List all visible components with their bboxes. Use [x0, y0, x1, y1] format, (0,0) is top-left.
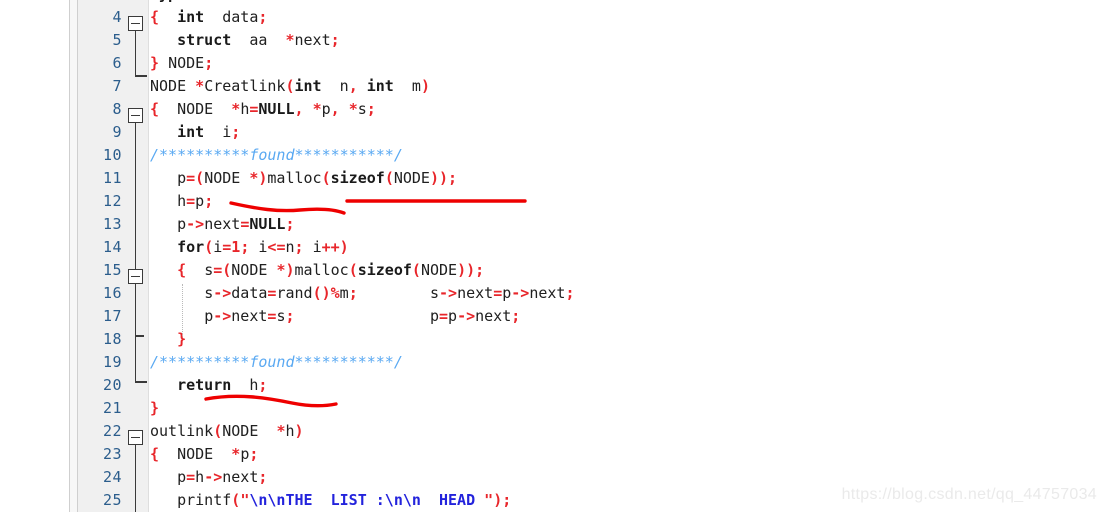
code-line-5[interactable]: 5 struct aa *next;	[78, 29, 1107, 52]
code-line-13[interactable]: 13 p->next=NULL;	[78, 213, 1107, 236]
line-number: 9	[112, 123, 122, 141]
csdn-watermark: https://blog.csdn.net/qq_44757034	[841, 486, 1097, 503]
line-number: 15	[102, 261, 122, 279]
line-number: 7	[112, 77, 122, 95]
code-line-8[interactable]: 8 { NODE *h=NULL, *p, *s;	[78, 98, 1107, 121]
code-line-19[interactable]: 19 /**********found***********/	[78, 351, 1107, 374]
line-content[interactable]: { NODE *h=NULL, *p, *s;	[150, 98, 376, 121]
line-number: 13	[102, 215, 122, 233]
fold-end-line-6	[134, 75, 147, 77]
code-editor-screenshot: 3typedef struct aa4{ int data;5 struct a…	[0, 0, 1107, 512]
line-content[interactable]: int i;	[150, 121, 240, 144]
editor-pane[interactable]: 3typedef struct aa4{ int data;5 struct a…	[78, 0, 1107, 512]
line-number: 21	[102, 399, 122, 417]
code-line-22[interactable]: 22 outlink(NODE *h)	[78, 420, 1107, 443]
line-content[interactable]: p=(NODE *)malloc(sizeof(NODE));	[150, 167, 457, 190]
line-number: 17	[102, 307, 122, 325]
code-line-4[interactable]: 4 { int data;	[78, 6, 1107, 29]
fold-marker-line-15[interactable]	[128, 269, 143, 284]
line-number: 18	[102, 330, 122, 348]
margin-rule-left	[69, 0, 70, 512]
code-line-9[interactable]: 9 int i;	[78, 121, 1107, 144]
fold-line-23-open	[134, 445, 137, 512]
code-line-21[interactable]: 21}	[78, 397, 1107, 420]
line-number: 8	[112, 100, 122, 118]
line-content[interactable]: }	[150, 328, 186, 351]
left-margin	[0, 0, 68, 512]
line-content[interactable]: { NODE *p;	[150, 443, 258, 466]
code-line-16[interactable]: 16 s->data=rand()%m; s->next=p->next;	[78, 282, 1107, 305]
line-content[interactable]: return h;	[150, 374, 267, 397]
line-number: 10	[102, 146, 122, 164]
line-content[interactable]: { int data;	[150, 6, 267, 29]
fold-line-15-18	[134, 284, 137, 336]
line-number: 14	[102, 238, 122, 256]
line-number: 19	[102, 353, 122, 371]
fold-marker-line-4[interactable]	[128, 16, 143, 31]
line-content[interactable]: printf("\n\nTHE LIST :\n\n HEAD ");	[150, 489, 511, 512]
line-number: 25	[102, 491, 122, 509]
line-content[interactable]: } NODE;	[150, 52, 213, 75]
code-line-18[interactable]: 18 }	[78, 328, 1107, 351]
line-content[interactable]: outlink(NODE *h)	[150, 420, 304, 443]
line-content[interactable]: p->next=NULL;	[150, 213, 294, 236]
line-content[interactable]: for(i=1; i<=n; i++)	[150, 236, 349, 259]
line-content[interactable]: /**********found***********/	[150, 144, 403, 167]
code-line-11[interactable]: 11 p=(NODE *)malloc(sizeof(NODE));	[78, 167, 1107, 190]
indent-guide	[182, 284, 183, 336]
line-content[interactable]: NODE *Creatlink(int n, int m)	[150, 75, 430, 98]
line-content[interactable]: s->data=rand()%m; s->next=p->next;	[150, 282, 574, 305]
code-line-7[interactable]: 7 NODE *Creatlink(int n, int m)	[78, 75, 1107, 98]
margin-strip	[70, 0, 77, 512]
line-number: 11	[102, 169, 122, 187]
line-number: 23	[102, 445, 122, 463]
code-line-14[interactable]: 14 for(i=1; i<=n; i++)	[78, 236, 1107, 259]
fold-marker-line-23[interactable]	[128, 430, 143, 445]
fold-line-8-21	[134, 123, 137, 383]
line-content[interactable]: p=h->next;	[150, 466, 267, 489]
code-line-15[interactable]: 15 { s=(NODE *)malloc(sizeof(NODE));	[78, 259, 1107, 282]
code-line-12[interactable]: 12 h=p;	[78, 190, 1107, 213]
fold-end-line-18	[134, 335, 144, 337]
fold-line-4-6	[134, 31, 137, 76]
line-content[interactable]: }	[150, 397, 159, 420]
line-content[interactable]: p->next=s; p=p->next;	[150, 305, 520, 328]
line-number: 6	[112, 54, 122, 72]
line-content[interactable]: /**********found***********/	[150, 351, 403, 374]
line-number: 20	[102, 376, 122, 394]
line-number: 16	[102, 284, 122, 302]
line-number: 12	[102, 192, 122, 210]
code-line-23[interactable]: 23 { NODE *p;	[78, 443, 1107, 466]
code-line-17[interactable]: 17 p->next=s; p=p->next;	[78, 305, 1107, 328]
code-line-6[interactable]: 6 } NODE;	[78, 52, 1107, 75]
fold-marker-line-8[interactable]	[128, 108, 143, 123]
line-number: 24	[102, 468, 122, 486]
fold-end-line-21	[134, 381, 147, 383]
code-line-10[interactable]: 10 /**********found***********/	[78, 144, 1107, 167]
line-number: 4	[112, 8, 122, 26]
line-content[interactable]: h=p;	[150, 190, 213, 213]
code-line-20[interactable]: 20 return h;	[78, 374, 1107, 397]
line-content[interactable]: { s=(NODE *)malloc(sizeof(NODE));	[150, 259, 484, 282]
line-number: 22	[102, 422, 122, 440]
line-content[interactable]: struct aa *next;	[150, 29, 340, 52]
line-number: 5	[112, 31, 122, 49]
